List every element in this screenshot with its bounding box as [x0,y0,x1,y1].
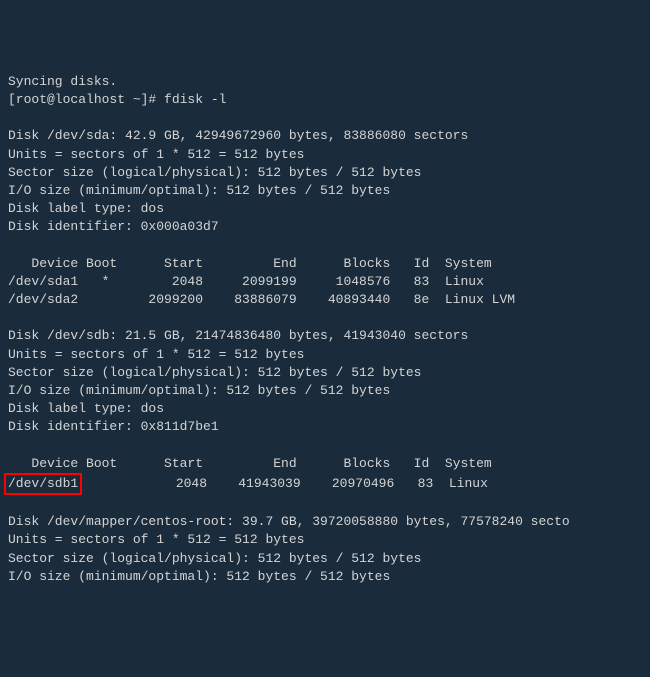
sdb-partition-1-device-highlighted: /dev/sdb1 [4,473,82,495]
disk-mapper-units: Units = sectors of 1 * 512 = 512 bytes [8,532,304,547]
sda-partition-1: /dev/sda1 * 2048 2099199 1048576 83 Linu… [8,274,484,289]
disk-mapper-header: Disk /dev/mapper/centos-root: 39.7 GB, 3… [8,514,570,529]
disk-sda-header: Disk /dev/sda: 42.9 GB, 42949672960 byte… [8,128,468,143]
disk-mapper-io: I/O size (minimum/optimal): 512 bytes / … [8,569,390,584]
disk-sdb-units: Units = sectors of 1 * 512 = 512 bytes [8,347,304,362]
prompt-line: [root@localhost ~]# fdisk -l [8,92,226,107]
disk-mapper-sector: Sector size (logical/physical): 512 byte… [8,551,421,566]
sda-table-header: Device Boot Start End Blocks Id System [8,256,492,271]
disk-sda-io: I/O size (minimum/optimal): 512 bytes / … [8,183,390,198]
line-syncing: Syncing disks. [8,74,117,89]
sdb-table-header: Device Boot Start End Blocks Id System [8,456,492,471]
disk-sdb-header: Disk /dev/sdb: 21.5 GB, 21474836480 byte… [8,328,468,343]
disk-sdb-id: Disk identifier: 0x811d7be1 [8,419,219,434]
disk-sdb-sector: Sector size (logical/physical): 512 byte… [8,365,421,380]
terminal-output: Syncing disks. [root@localhost ~]# fdisk… [0,73,650,586]
disk-sdb-io: I/O size (minimum/optimal): 512 bytes / … [8,383,390,398]
sda-partition-2: /dev/sda2 2099200 83886079 40893440 8e L… [8,292,515,307]
disk-sdb-label: Disk label type: dos [8,401,164,416]
disk-sda-label: Disk label type: dos [8,201,164,216]
disk-sda-id: Disk identifier: 0x000a03d7 [8,219,219,234]
disk-sda-sector: Sector size (logical/physical): 512 byte… [8,165,421,180]
sdb-partition-1-rest: 2048 41943039 20970496 83 Linux [82,476,488,491]
disk-sda-units: Units = sectors of 1 * 512 = 512 bytes [8,147,304,162]
